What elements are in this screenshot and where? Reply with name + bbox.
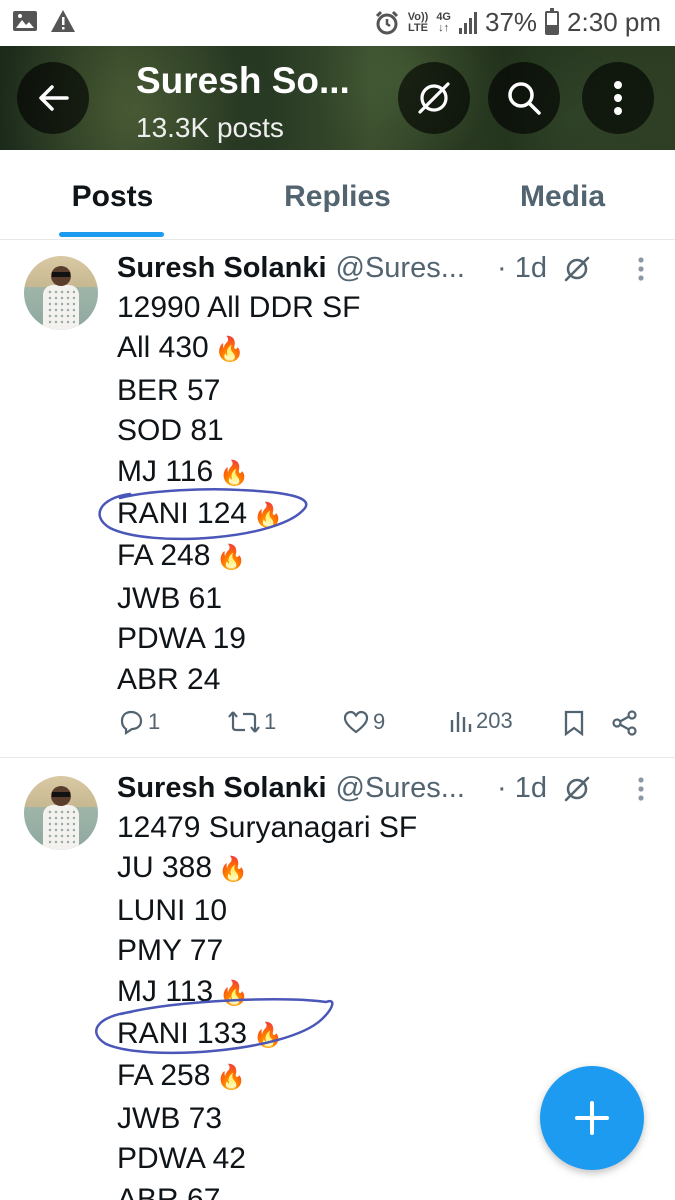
post-more-icon[interactable] xyxy=(637,256,645,282)
post-line: JWB 61 xyxy=(117,581,223,615)
post-line: JU 388 🔥 xyxy=(117,851,248,885)
back-button[interactable] xyxy=(17,62,89,134)
tab-posts[interactable]: Posts xyxy=(0,150,225,239)
fire-emoji: 🔥 xyxy=(253,502,283,530)
repost-button[interactable]: 1 xyxy=(227,708,276,736)
battery-percent: 37% xyxy=(485,7,538,37)
fire-emoji: 🔥 xyxy=(219,459,250,487)
post-time: · 1d xyxy=(497,252,547,284)
post-line: ABR 24 xyxy=(117,662,221,696)
post-line: MJ 116 🔥 xyxy=(117,454,250,488)
post-line: FA 248 🔥 xyxy=(117,539,247,573)
tab-replies[interactable]: Replies xyxy=(225,150,450,239)
post-line: BER 57 xyxy=(117,373,221,407)
post-text: 12479 Suryanagari SF JU 388 🔥 LUNI 10 PMY… xyxy=(117,808,417,1200)
warning-icon xyxy=(51,10,75,32)
avatar[interactable] xyxy=(24,256,98,330)
views-icon xyxy=(450,712,472,732)
volte-indicator: Vo)) LTE xyxy=(407,10,429,34)
post-time: · 1d xyxy=(497,772,547,804)
post-line: FA 258 🔥 xyxy=(117,1059,247,1093)
plus-icon xyxy=(575,1101,609,1135)
post-line: PDWA 19 xyxy=(117,622,246,656)
views-count: 203 xyxy=(476,708,513,733)
back-arrow-icon xyxy=(39,85,69,111)
author-name[interactable]: Suresh Solanki xyxy=(117,772,327,805)
fire-emoji: 🔥 xyxy=(219,979,250,1007)
active-tab-indicator xyxy=(59,232,164,237)
grok-icon[interactable] xyxy=(562,254,592,284)
post-line: MJ 113 🔥 xyxy=(117,974,250,1008)
repost-icon xyxy=(228,711,260,733)
fire-emoji: 🔥 xyxy=(253,1022,283,1050)
post-line: LUNI 10 xyxy=(117,893,228,927)
heart-icon xyxy=(343,710,369,734)
grok-button[interactable] xyxy=(398,62,470,134)
author-name[interactable]: Suresh Solanki xyxy=(117,252,327,285)
post-header: Suresh Solanki @Sures... · 1d xyxy=(117,252,647,285)
fire-emoji: 🔥 xyxy=(216,1064,247,1092)
repost-count: 1 xyxy=(264,709,277,734)
reply-button[interactable]: 1 xyxy=(117,708,160,736)
post-more-icon[interactable] xyxy=(637,776,645,802)
tab-media[interactable]: Media xyxy=(450,150,675,239)
post-line: ABR 67 xyxy=(117,1182,221,1200)
fire-emoji: 🔥 xyxy=(216,544,247,572)
more-vertical-icon xyxy=(614,81,622,115)
profile-header: Suresh So... 13.3K posts xyxy=(0,46,675,150)
more-options-button[interactable] xyxy=(582,62,654,134)
like-button[interactable]: 9 xyxy=(342,708,385,736)
post-line: SOD 81 xyxy=(117,414,224,448)
post-line: RANI 124 🔥 xyxy=(117,497,283,531)
bookmark-icon[interactable] xyxy=(563,709,585,737)
fire-emoji: 🔥 xyxy=(218,856,248,884)
like-count: 9 xyxy=(373,709,386,734)
post-line: 12479 Suryanagari SF xyxy=(117,811,418,844)
author-handle[interactable]: @Sures... xyxy=(336,772,465,805)
gallery-notification-icon xyxy=(13,11,37,31)
alarm-icon xyxy=(375,10,398,34)
post-count: 13.3K posts xyxy=(136,112,284,143)
battery-icon xyxy=(545,7,560,35)
post-header: Suresh Solanki @Sures... · 1d xyxy=(117,772,647,805)
post-actions: 1 1 9 203 xyxy=(117,708,647,740)
profile-tabs: Posts Replies Media xyxy=(0,150,675,240)
views-button[interactable]: 203 xyxy=(449,708,513,734)
post-line: PDWA 42 xyxy=(117,1142,246,1176)
clock: 2:30 pm xyxy=(567,7,661,37)
avatar[interactable] xyxy=(24,776,98,850)
fire-emoji: 🔥 xyxy=(214,336,245,364)
status-bar: Vo)) LTE 4G ↓↑ 37% 2:30 pm xyxy=(0,0,675,46)
post-line: RANI 133 🔥 xyxy=(117,1017,283,1051)
search-button[interactable] xyxy=(488,62,560,134)
grok-icon[interactable] xyxy=(562,774,592,804)
post-item[interactable]: Suresh Solanki @Sures... · 1d 12990 All … xyxy=(0,240,675,758)
profile-name: Suresh So... xyxy=(136,60,350,101)
reply-count: 1 xyxy=(148,709,161,734)
share-icon[interactable] xyxy=(611,709,639,737)
author-handle[interactable]: @Sures... xyxy=(336,252,465,285)
post-line: JWB 73 xyxy=(117,1101,223,1135)
reply-icon xyxy=(120,710,143,736)
compose-button[interactable] xyxy=(540,1066,644,1170)
network-type-indicator: 4G ↓↑ xyxy=(436,10,451,34)
post-text: 12990 All DDR SF All 430 🔥 BER 57 SOD 81 … xyxy=(117,288,360,700)
signal-icon xyxy=(459,11,477,34)
post-line: PMY 77 xyxy=(117,934,224,968)
grok-icon xyxy=(418,82,450,114)
post-line: 12990 All DDR SF xyxy=(117,291,361,324)
search-icon xyxy=(508,82,541,115)
post-line: All 430 🔥 xyxy=(117,331,245,365)
